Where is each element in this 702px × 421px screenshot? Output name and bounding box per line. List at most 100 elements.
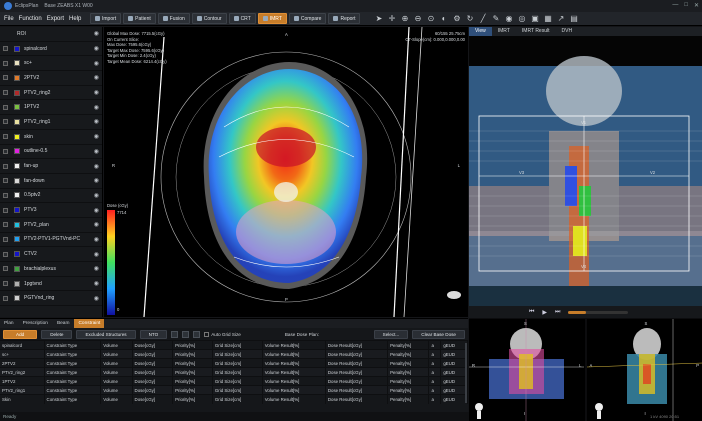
- table-cell[interactable]: Dose[cGy]: [132, 349, 174, 359]
- eye-icon[interactable]: ◉: [94, 192, 99, 199]
- nto-button[interactable]: NTO: [139, 329, 168, 339]
- next-icon[interactable]: ⏭: [555, 309, 560, 316]
- roi-color-swatch[interactable]: [14, 280, 20, 287]
- table-cell[interactable]: a: [428, 340, 442, 350]
- roi-item[interactable]: skin ◉: [0, 130, 102, 145]
- eye-icon[interactable]: ◉: [94, 280, 99, 287]
- menu-file[interactable]: File: [4, 16, 14, 22]
- table-cell[interactable]: Dose Result[cGy]: [325, 385, 389, 395]
- eye-icon[interactable]: ◉: [94, 177, 99, 184]
- menu-export[interactable]: Export: [47, 16, 64, 22]
- roi-item[interactable]: outline-0.5 ◉: [0, 145, 102, 160]
- prev-icon[interactable]: ⏮: [529, 309, 534, 316]
- move-icon[interactable]: ✛: [387, 14, 396, 23]
- table-cell[interactable]: Volume: [100, 340, 133, 350]
- roi-item[interactable]: PTV2-PTV1-PGTVnd-PC ◉: [0, 233, 102, 248]
- table-cell[interactable]: Priority[%]: [172, 340, 213, 350]
- roi-checkbox[interactable]: [3, 295, 8, 301]
- eye-icon[interactable]: ◉: [94, 295, 99, 302]
- close-icon[interactable]: ✕: [694, 2, 699, 9]
- table-cell[interactable]: Dose Result[cGy]: [325, 394, 389, 404]
- toolbar-compare-button[interactable]: Compare: [288, 13, 327, 24]
- roi-color-swatch[interactable]: [14, 45, 20, 52]
- table-cell[interactable]: Volume Result[%]: [262, 376, 326, 386]
- table-cell[interactable]: Dose[cGy]: [132, 376, 174, 386]
- table-cell[interactable]: Volume: [100, 385, 133, 395]
- minimize-icon[interactable]: —: [672, 2, 678, 9]
- table-cell[interactable]: Skin: [0, 394, 45, 404]
- roi-item[interactable]: sc+ ◉: [0, 56, 102, 72]
- eye-icon[interactable]: ◉: [94, 45, 99, 52]
- roi-color-swatch[interactable]: [14, 177, 20, 184]
- table-cell[interactable]: Grid Size[cm]: [212, 340, 263, 350]
- table-cell[interactable]: Dose Result[cGy]: [325, 367, 389, 377]
- play-icon[interactable]: ▶: [542, 309, 547, 316]
- table-cell[interactable]: gEUD: [440, 349, 468, 359]
- roi-checkbox[interactable]: [3, 178, 8, 184]
- table-row[interactable]: spinalcord Constraint Type Volume Dose[cGy]…: [0, 340, 468, 350]
- table-row[interactable]: 1PTV2 Constraint Type Volume Dose[cGy] Prior…: [0, 376, 468, 386]
- table-cell[interactable]: Grid Size[cm]: [212, 349, 263, 359]
- eye-icon[interactable]: ◉: [94, 60, 99, 67]
- export-icon[interactable]: ↗: [556, 14, 565, 23]
- table-cell[interactable]: a: [428, 376, 442, 386]
- roi-checkbox[interactable]: [3, 90, 8, 96]
- table-cell[interactable]: PTV2_ring1: [0, 385, 45, 395]
- table-cell[interactable]: Priority[%]: [172, 358, 213, 368]
- lock-icon[interactable]: ▣: [530, 14, 539, 23]
- eye-icon[interactable]: ◉: [94, 74, 99, 81]
- table-cell[interactable]: Priority[%]: [172, 349, 213, 359]
- table-cell[interactable]: Constraint Type: [44, 394, 102, 404]
- roi-color-swatch[interactable]: [14, 236, 20, 243]
- roi-checkbox[interactable]: [3, 148, 8, 154]
- table-row[interactable]: PTV2_ring1 Constraint Type Volume Dose[cGy]…: [0, 385, 468, 395]
- table-cell[interactable]: Penalty[%]: [387, 340, 430, 350]
- settings-icon[interactable]: ⚙: [452, 14, 461, 23]
- coronal-thumbnail[interactable]: S R L I: [469, 319, 585, 421]
- roi-color-swatch[interactable]: [14, 265, 20, 272]
- roi-color-swatch[interactable]: [14, 133, 20, 140]
- roi-color-swatch[interactable]: [14, 89, 20, 96]
- roi-item[interactable]: PGTVnd_ring ◉: [0, 291, 102, 307]
- axial-view[interactable]: Global Max Dose: 7715.5(cGy) On Current S…: [104, 27, 468, 317]
- roi-checkbox[interactable]: [3, 222, 8, 228]
- table-cell[interactable]: Priority[%]: [172, 376, 213, 386]
- table-cell[interactable]: Penalty[%]: [387, 385, 430, 395]
- roi-item[interactable]: PTV2_plan ◉: [0, 218, 102, 233]
- roi-color-swatch[interactable]: [14, 295, 20, 302]
- table-cell[interactable]: Volume: [100, 349, 133, 359]
- zoom-in-icon[interactable]: ⊕: [400, 14, 409, 23]
- sagittal-thumbnail[interactable]: S A P I: [586, 319, 702, 421]
- tab-imrt-result[interactable]: IMRT Result: [516, 27, 556, 36]
- table-cell[interactable]: gEUD: [440, 367, 468, 377]
- roi-item[interactable]: PTV2_ring1 ◉: [0, 115, 102, 130]
- table-cell[interactable]: a: [428, 385, 442, 395]
- eye-icon[interactable]: ◉: [94, 89, 99, 96]
- roi-item[interactable]: fan-up ◉: [0, 159, 102, 174]
- table-cell[interactable]: Dose[cGy]: [132, 358, 174, 368]
- toolbar-report-button[interactable]: Report: [328, 13, 361, 24]
- roi-color-swatch[interactable]: [14, 207, 20, 214]
- table-cell[interactable]: Constraint Type: [44, 367, 102, 377]
- tab-view[interactable]: View: [469, 27, 492, 36]
- roi-item[interactable]: CTV2 ◉: [0, 247, 102, 262]
- menu-function[interactable]: Function: [19, 16, 42, 22]
- table-cell[interactable]: Volume: [100, 376, 133, 386]
- tab-plan[interactable]: Plan: [0, 319, 18, 328]
- roi-color-swatch[interactable]: [14, 74, 20, 81]
- table-cell[interactable]: gEUD: [440, 376, 468, 386]
- add-button[interactable]: Add: [3, 329, 38, 339]
- eye-icon[interactable]: ◉: [94, 251, 99, 258]
- menu-help[interactable]: Help: [69, 16, 81, 22]
- coronal-view[interactable]: V1 V3 V2 V4: [469, 36, 702, 306]
- roi-checkbox[interactable]: [3, 163, 8, 169]
- tab-imrt[interactable]: IMRT: [492, 27, 516, 36]
- roi-checkbox[interactable]: [3, 119, 8, 125]
- tab-prescription[interactable]: Prescription: [19, 319, 52, 328]
- excluded-structures-button[interactable]: Excluded Structures: [76, 329, 136, 339]
- toolbar-crt-button[interactable]: CRT: [228, 13, 256, 24]
- window-level-icon[interactable]: ◐: [439, 14, 448, 23]
- table-cell[interactable]: Penalty[%]: [387, 367, 430, 377]
- playback-slider[interactable]: [568, 310, 629, 314]
- roi-color-swatch[interactable]: [14, 221, 20, 228]
